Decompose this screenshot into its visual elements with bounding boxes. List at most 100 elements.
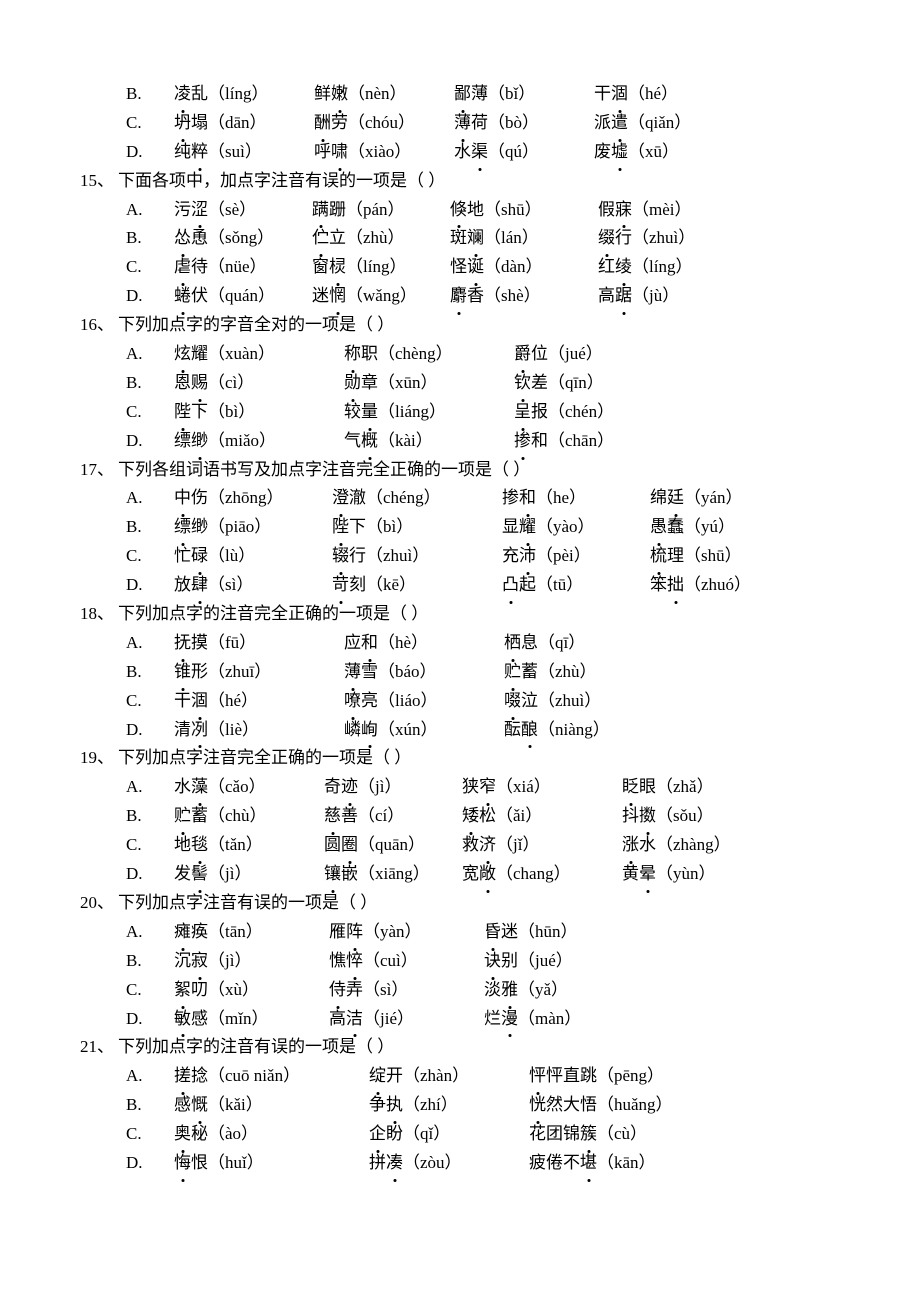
option-label: B.	[126, 802, 174, 831]
option-label: A.	[126, 629, 174, 658]
option-word: 呼啸（xiào）	[314, 138, 454, 167]
option-label: D.	[126, 282, 174, 311]
option-word: 伫立（zhù）	[312, 224, 450, 253]
option-row: A.中伤（zhōng）澄澈（chéng）掺和（he）绵廷（yán）	[126, 484, 920, 513]
option-word: 宽敞（chang）	[462, 860, 622, 889]
option-label: D.	[126, 427, 174, 456]
option-row: C.坍塌（dān）酬劳（chóu）薄荷（bò）派遣（qiǎn）	[126, 109, 920, 138]
option-word: 拼凑（zòu）	[369, 1149, 529, 1178]
option-word: 掺和（chān）	[514, 427, 684, 456]
option-word: 称职（chèng）	[344, 340, 514, 369]
option-word: 废墟（xū）	[594, 138, 734, 167]
option-word: 贮蓄（chù）	[174, 802, 324, 831]
option-row: A.搓捻（cuō niǎn）绽开（zhàn）怦怦直跳（pēng）	[126, 1062, 920, 1091]
option-row: D.发髻（jì）镶嵌（xiāng）宽敞（chang）黄晕（yùn）	[126, 860, 920, 889]
option-label: D.	[126, 138, 174, 167]
option-word: 嶙峋（xún）	[344, 716, 504, 745]
option-row: D.缥缈（miǎo）气概（kài）掺和（chān）	[126, 427, 920, 456]
option-word: 假寐（mèi）	[598, 196, 748, 225]
option-word: 水渠（qú）	[454, 138, 594, 167]
option-label: B.	[126, 224, 174, 253]
option-row: B.缥缈（piāo）陛下（bì）显耀（yào）愚蠢（yú）	[126, 513, 920, 542]
option-label: B.	[126, 80, 174, 109]
option-word: 陛下（bì）	[332, 513, 502, 542]
question-number: 21、	[80, 1033, 118, 1062]
option-word: 奥秘（ào）	[174, 1120, 369, 1149]
option-label: A.	[126, 196, 174, 225]
option-word: 怦怦直跳（pēng）	[529, 1062, 729, 1091]
option-word: 感慨（kǎi）	[174, 1091, 369, 1120]
option-row: D.纯粹（suì）呼啸（xiào）水渠（qú）废墟（xū）	[126, 138, 920, 167]
option-word: 凌乱（líng）	[174, 80, 314, 109]
option-row: D.清冽（liè）嶙峋（xún）酝酿（niàng）	[126, 716, 920, 745]
option-label: A.	[126, 918, 174, 947]
option-row: C.虐待（nüe）窗棂（líng）怪诞（dàn）红绫（líng）	[126, 253, 920, 282]
option-label: D.	[126, 1005, 174, 1034]
option-word: 澄澈（chéng）	[332, 484, 502, 513]
option-word: 绽开（zhàn）	[369, 1062, 529, 1091]
option-row: C.忙碌（lù）辍行（zhuì）充沛（pèi）梳理（shū）	[126, 542, 920, 571]
option-row: A.抚摸（fū）应和（hè）栖息（qī）	[126, 629, 920, 658]
option-word: 锥形（zhuī）	[174, 658, 344, 687]
option-row: C.干涸（hé）嘹亮（liáo）啜泣（zhuì）	[126, 687, 920, 716]
option-row: B.锥形（zhuī）薄雪（báo）贮蓄（zhù）	[126, 658, 920, 687]
option-word: 充沛（pèi）	[502, 542, 650, 571]
question-number: 17、	[80, 456, 118, 485]
option-label: A.	[126, 1062, 174, 1091]
option-word: 疲倦不堪（kān）	[529, 1149, 729, 1178]
option-label: B.	[126, 369, 174, 398]
option-word: 搓捻（cuō niǎn）	[174, 1062, 369, 1091]
option-word: 清冽（liè）	[174, 716, 344, 745]
option-word: 侍弄（sì）	[329, 976, 484, 1005]
option-word: 缥缈（miǎo）	[174, 427, 344, 456]
option-word: 抚摸（fū）	[174, 629, 344, 658]
option-word: 抖擞（sǒu）	[622, 802, 772, 831]
option-word: 发髻（jì）	[174, 860, 324, 889]
option-row: A.水藻（cǎo）奇迹（jì）狭窄（xiá）眨眼（zhǎ）	[126, 773, 920, 802]
option-label: A.	[126, 484, 174, 513]
option-label: C.	[126, 398, 174, 427]
option-word: 絮叨（xù）	[174, 976, 329, 1005]
option-word: 悔恨（huǐ）	[174, 1149, 369, 1178]
option-word: 干涸（hé）	[594, 80, 734, 109]
option-word: 爵位（jué）	[514, 340, 684, 369]
option-word: 梳理（shū）	[650, 542, 790, 571]
option-label: C.	[126, 976, 174, 1005]
question-number: 20、	[80, 889, 118, 918]
option-word: 显耀（yào）	[502, 513, 650, 542]
option-word: 憔悴（cuì）	[329, 947, 484, 976]
option-word: 斑斓（lán）	[450, 224, 598, 253]
option-word: 争执（zhí）	[369, 1091, 529, 1120]
option-word: 怪诞（dàn）	[450, 253, 598, 282]
option-row: D.敏感（mǐn）高洁（jié）烂漫（màn）	[126, 1005, 920, 1034]
option-row: C.絮叨（xù）侍弄（sì）淡雅（yǎ）	[126, 976, 920, 1005]
option-word: 笨拙（zhuó）	[650, 571, 790, 600]
option-word: 掺和（he）	[502, 484, 650, 513]
option-word: 诀别（jué）	[484, 947, 639, 976]
option-word: 蹒跚（pán）	[312, 196, 450, 225]
question-text: 下列加点字的注音有误的一项是（ ）	[118, 1037, 394, 1056]
question-text: 下面各项中，加点字注音有误的一项是（ ）	[118, 171, 445, 190]
option-word: 钦差（qīn）	[514, 369, 684, 398]
option-word: 圆圈（quān）	[324, 831, 462, 860]
option-row: A.污涩（sè）蹒跚（pán）倏地（shū）假寐（mèi）	[126, 196, 920, 225]
option-word: 慈善（cí）	[324, 802, 462, 831]
option-word: 应和（hè）	[344, 629, 504, 658]
question-stem: 17、下列各组词语书写及加点字注音完全正确的一项是（ ）	[80, 456, 920, 485]
option-label: C.	[126, 831, 174, 860]
question-text: 下列加点字注音完全正确的一项是（ ）	[118, 748, 411, 767]
option-label: D.	[126, 1149, 174, 1178]
option-word: 高踞（jù）	[598, 282, 748, 311]
option-word: 眨眼（zhǎ）	[622, 773, 772, 802]
option-row: C.地毯（tǎn）圆圈（quān）救济（jǐ）涨水（zhàng）	[126, 831, 920, 860]
option-word: 酝酿（niàng）	[504, 716, 664, 745]
option-word: 气概（kài）	[344, 427, 514, 456]
question-text: 下列加点字注音有误的一项是（ ）	[118, 893, 377, 912]
option-word: 放肆（sì）	[174, 571, 332, 600]
option-word: 干涸（hé）	[174, 687, 344, 716]
option-word: 沉寂（jì）	[174, 947, 329, 976]
option-row: C.陛下（bì）较量（liáng）呈报（chén）	[126, 398, 920, 427]
option-label: D.	[126, 860, 174, 889]
question-stem: 18、下列加点字的注音完全正确的一项是（ ）	[80, 600, 920, 629]
question-stem: 16、下列加点字的字音全对的一项是（ ）	[80, 311, 920, 340]
